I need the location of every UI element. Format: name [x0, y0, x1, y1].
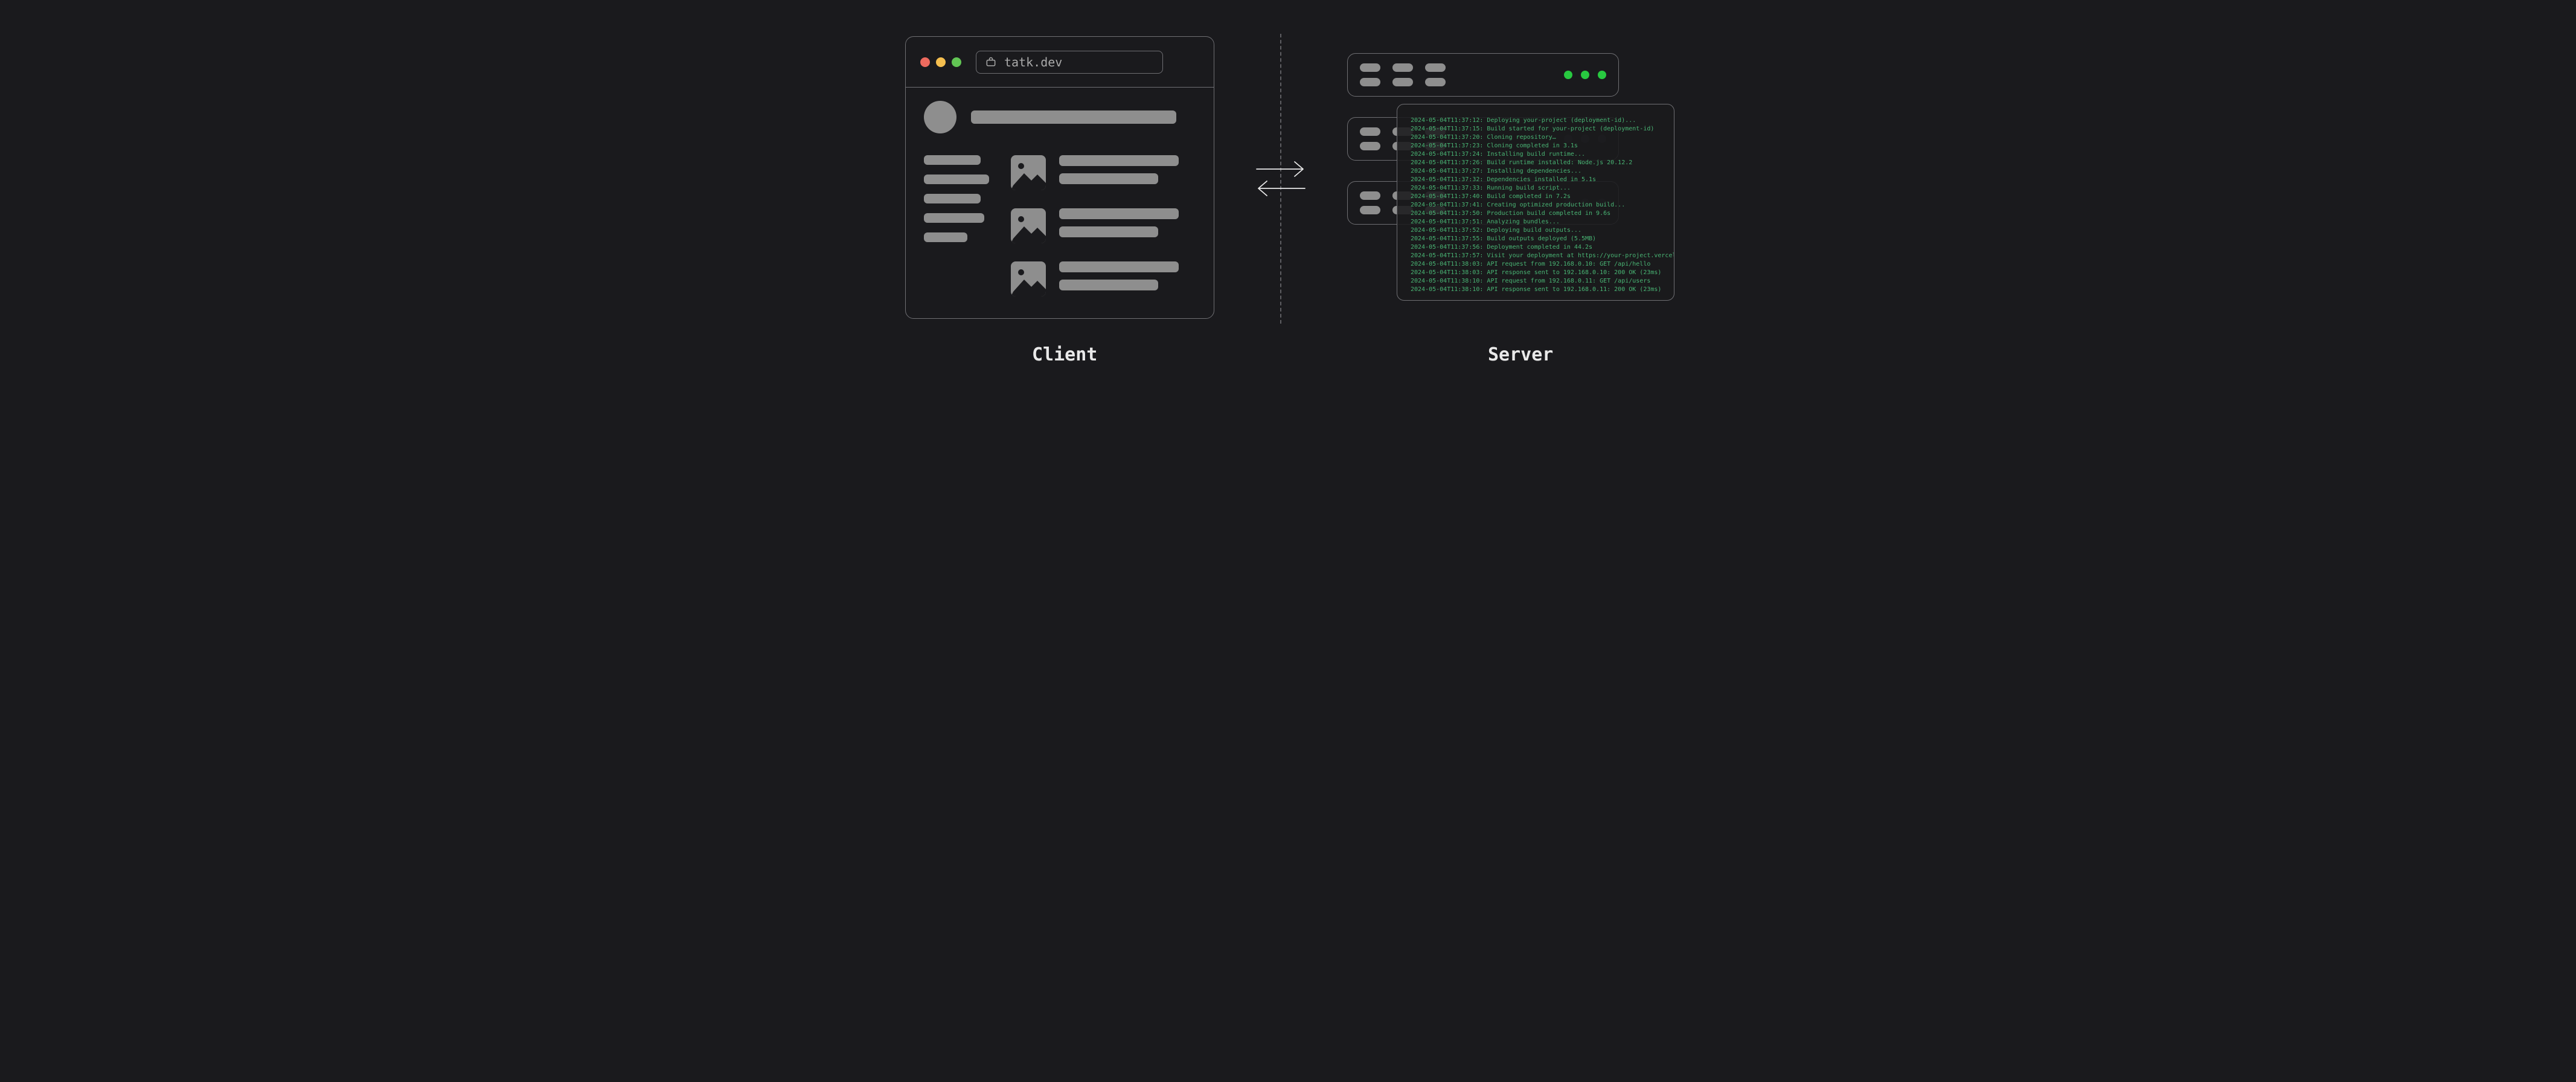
server-rack [1347, 53, 1619, 97]
close-icon[interactable] [920, 57, 930, 67]
image-icon [1011, 208, 1046, 243]
list-item [1011, 261, 1196, 296]
terminal-log: 2024-05-04T11:37:12: Deploying your-proj… [1397, 104, 1674, 301]
image-icon [1011, 261, 1046, 296]
client-label: Client [1032, 344, 1097, 365]
status-led-icon [1581, 71, 1589, 79]
server-label: Server [1488, 344, 1553, 365]
browser-body [906, 88, 1214, 310]
sidebar-line [924, 213, 984, 223]
minimize-icon[interactable] [936, 57, 946, 67]
bag-icon [985, 56, 997, 68]
address-text: tatk.dev [1004, 55, 1062, 69]
status-leds [1564, 71, 1606, 79]
rack-slots [1360, 63, 1446, 86]
diagram-stage: tatk.dev [815, 0, 1761, 398]
text-line [1059, 226, 1158, 237]
list-item [1011, 208, 1196, 243]
text-line [1059, 261, 1179, 272]
status-led-icon [1564, 71, 1572, 79]
text-line [1059, 155, 1179, 166]
page-title-placeholder [971, 110, 1176, 124]
bidirectional-arrows-icon [1254, 157, 1308, 199]
feed-placeholder [1011, 155, 1196, 296]
traffic-lights [920, 57, 961, 67]
address-bar[interactable]: tatk.dev [976, 51, 1163, 74]
client-browser-window: tatk.dev [905, 36, 1214, 319]
status-led-icon [1598, 71, 1606, 79]
sidebar-line [924, 174, 989, 184]
list-item [1011, 155, 1196, 190]
text-line [1059, 280, 1158, 290]
browser-toolbar: tatk.dev [906, 37, 1214, 88]
image-icon [1011, 155, 1046, 190]
content-row [924, 155, 1196, 296]
profile-row [924, 101, 1196, 133]
zoom-icon[interactable] [952, 57, 961, 67]
sidebar-line [924, 155, 981, 165]
text-line [1059, 208, 1179, 219]
text-line [1059, 173, 1158, 184]
sidebar-line [924, 232, 967, 242]
avatar [924, 101, 956, 133]
sidebar-line [924, 194, 981, 203]
sidebar-placeholder [924, 155, 989, 296]
